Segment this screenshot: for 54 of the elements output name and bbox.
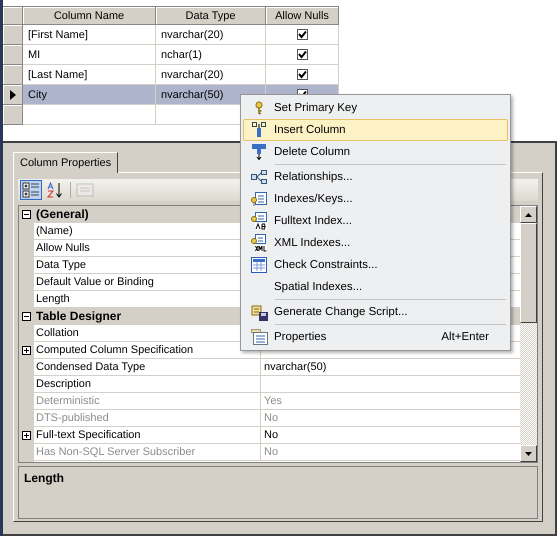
menu-item[interactable]: Relationships... <box>243 166 508 188</box>
property-value: No <box>264 446 278 458</box>
xml-index-icon <box>251 234 267 252</box>
relationships-icon <box>251 170 267 184</box>
table-cell: MI <box>23 45 156 65</box>
property-value: nvarchar(50) <box>264 361 326 373</box>
table-cell: [First Name] <box>23 25 156 45</box>
property-value: Yes <box>264 395 282 407</box>
column-header[interactable]: Allow Nulls <box>266 7 339 25</box>
delete-column-icon <box>252 144 266 160</box>
current-row-icon <box>10 90 16 100</box>
column-properties-tab[interactable]: Column Properties <box>13 152 118 173</box>
collapse-toggle[interactable] <box>22 210 31 218</box>
description-title: Length <box>24 471 64 485</box>
property-name: Full-text Specification <box>34 427 261 443</box>
down-arrow-icon <box>525 452 532 456</box>
scroll-up-button[interactable] <box>520 206 537 223</box>
key-icon <box>255 101 263 115</box>
property-name: Condensed Data Type <box>34 359 261 375</box>
table-grid-icon <box>251 257 267 273</box>
category-label: Table Designer <box>35 308 122 324</box>
menu-item[interactable]: Delete Column <box>243 141 508 163</box>
property-name: Deterministic <box>34 393 261 409</box>
property-name: Has Non-SQL Server Subscriber <box>34 444 261 460</box>
property-name: Description <box>34 376 261 392</box>
table-cell: nchar(1) <box>156 45 266 65</box>
properties-icon <box>250 329 268 345</box>
table-cell: nvarchar(20) <box>156 25 266 45</box>
scroll-down-button[interactable] <box>520 445 537 462</box>
fulltext-index-icon <box>251 212 267 230</box>
row-selector[interactable] <box>3 85 23 105</box>
categorized-view-icon[interactable] <box>20 180 42 200</box>
insert-column-icon <box>252 122 266 138</box>
shortcut-label: Alt+Enter <box>441 331 490 343</box>
scrollbar-thumb[interactable] <box>520 223 537 323</box>
up-arrow-icon <box>525 212 532 216</box>
menu-item[interactable]: Insert Column <box>243 119 508 141</box>
checkbox[interactable] <box>296 69 308 80</box>
checkbox[interactable] <box>296 49 308 60</box>
expand-toggle[interactable] <box>22 430 31 440</box>
collapse-toggle[interactable] <box>22 312 31 320</box>
key-and-list-icon <box>251 191 267 207</box>
checkbox[interactable] <box>296 29 308 40</box>
property-name: DTS-published <box>34 410 261 426</box>
expand-toggle[interactable] <box>22 346 31 354</box>
property-value: No <box>264 412 278 424</box>
table-cell: City <box>23 85 156 105</box>
column-header[interactable]: Column Name <box>23 7 156 25</box>
vertical-scrollbar[interactable] <box>520 206 537 462</box>
script-and-disk-icon <box>250 304 268 320</box>
category-label: (General) <box>35 206 90 222</box>
menu-item[interactable]: Indexes/Keys... <box>243 188 508 210</box>
property-value: No <box>264 429 278 441</box>
column-header[interactable]: Data Type <box>156 7 266 25</box>
